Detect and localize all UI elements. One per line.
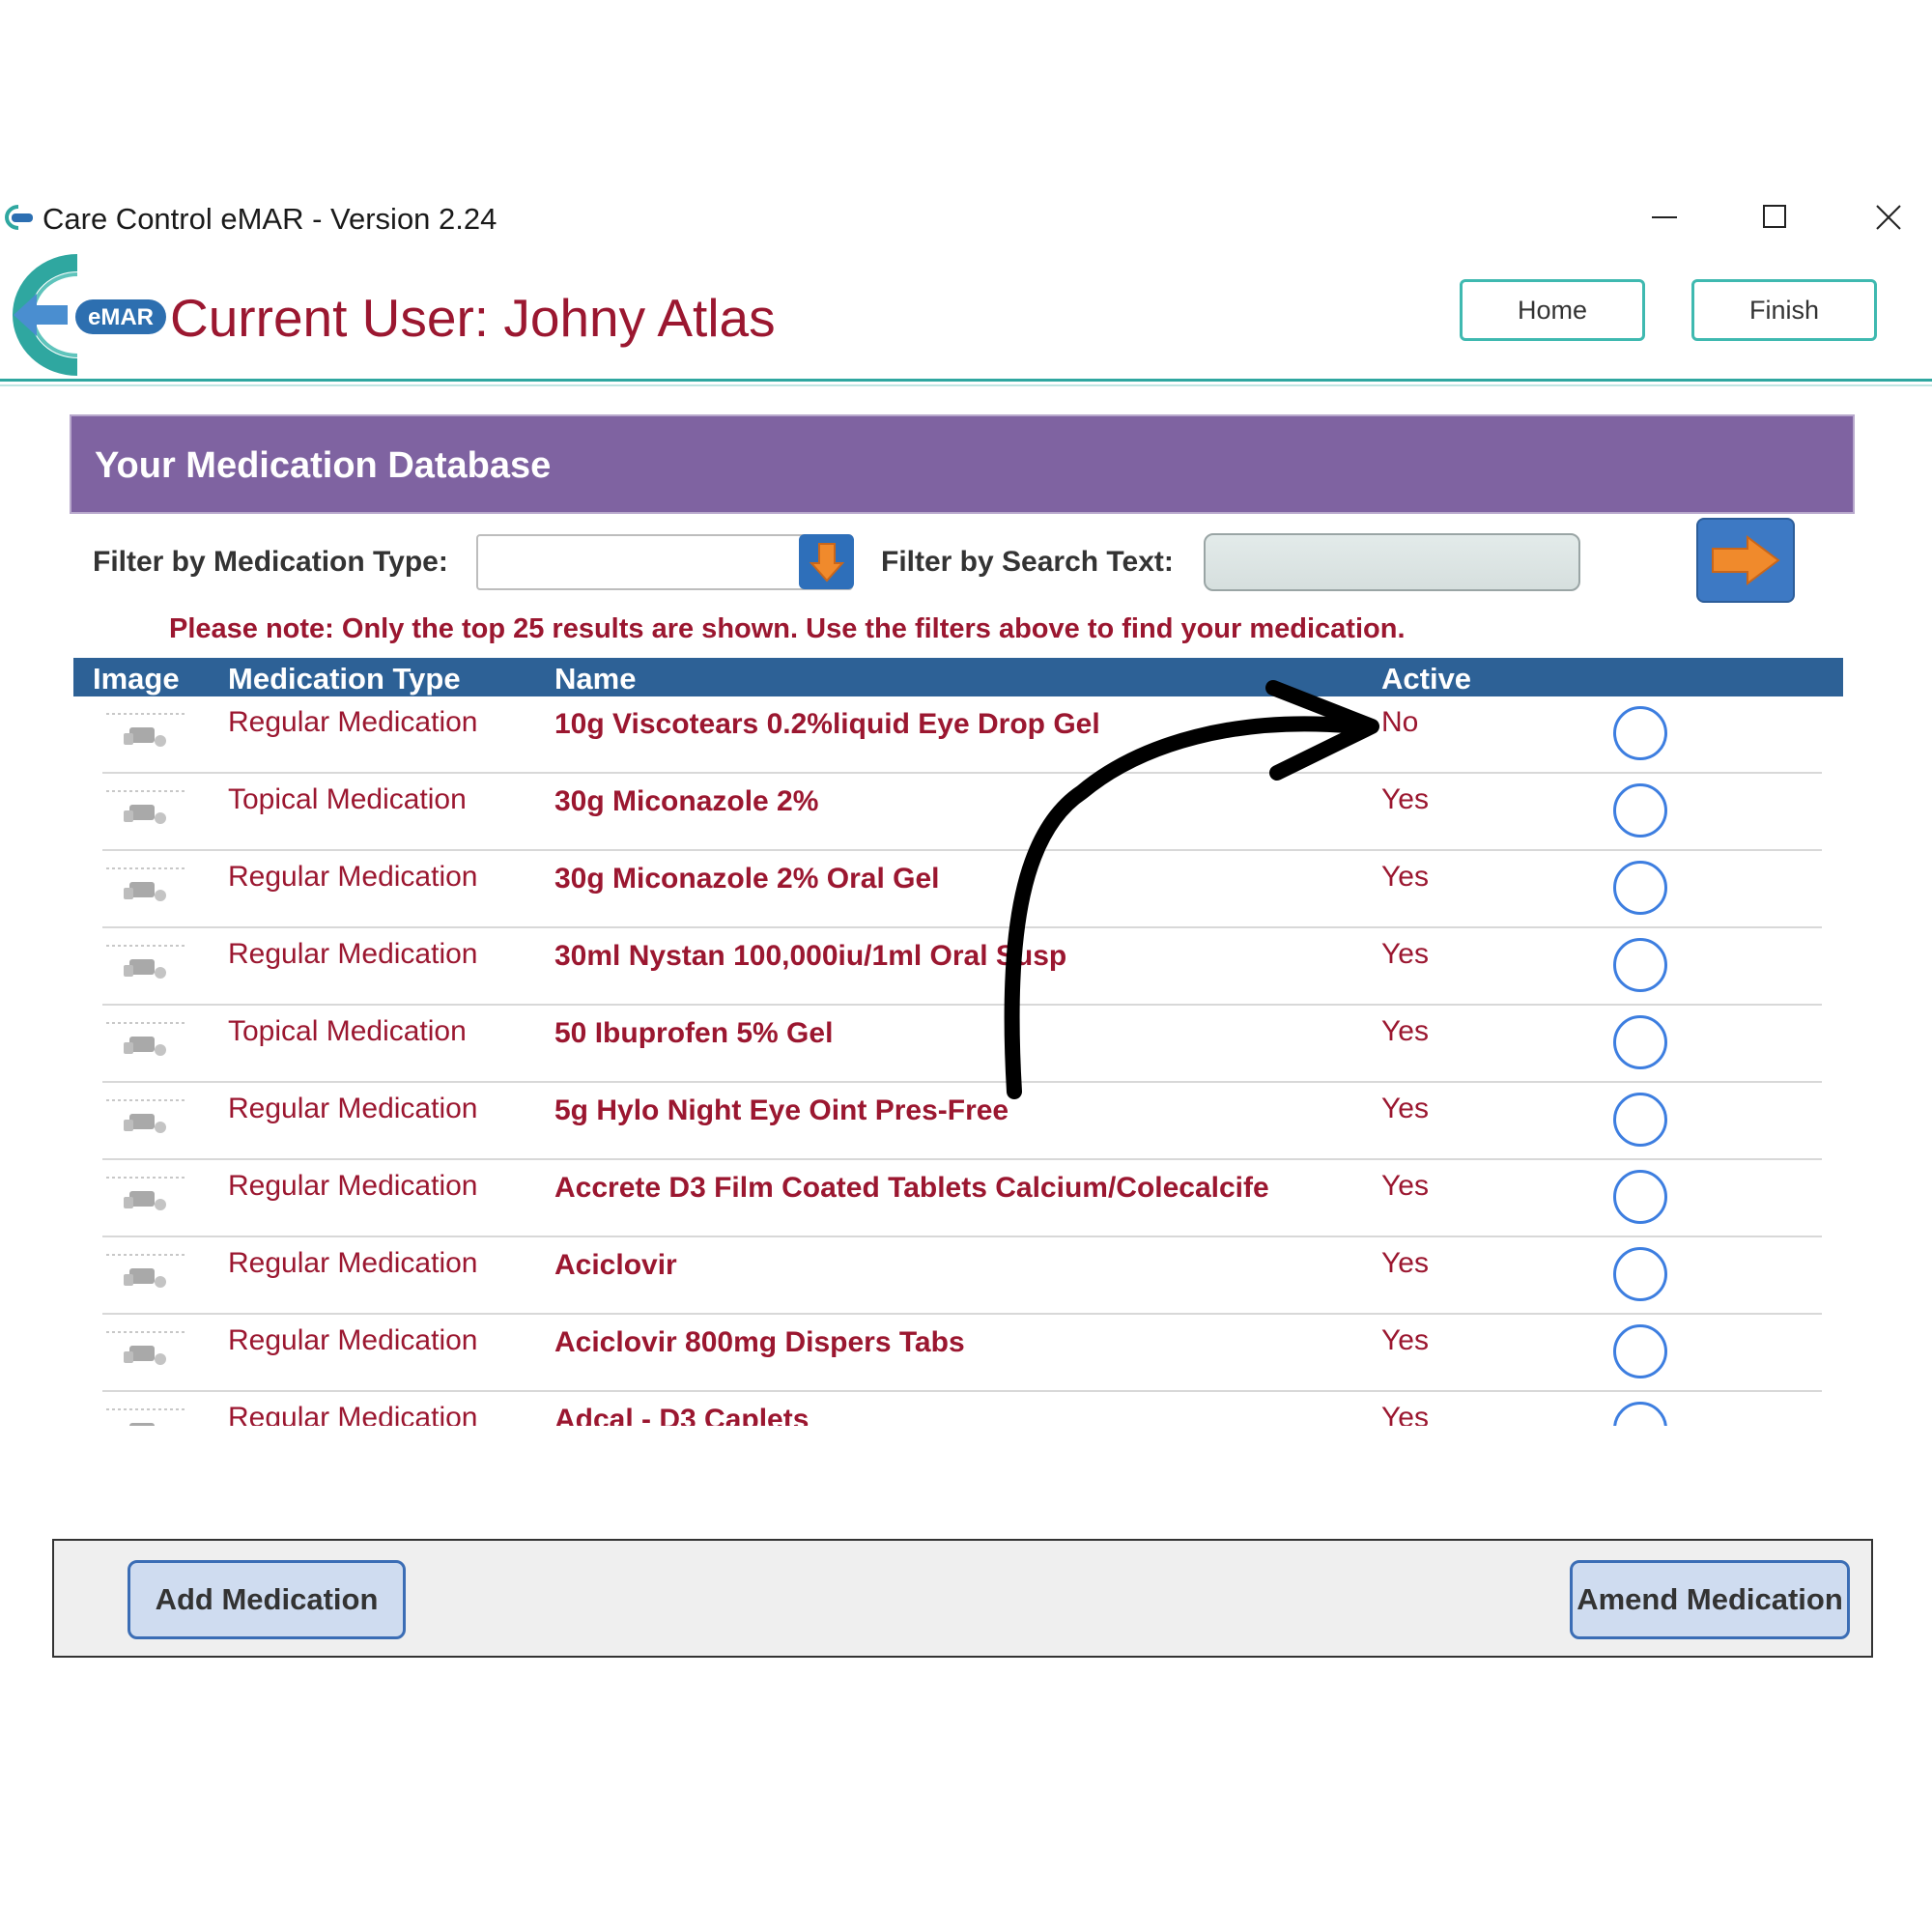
medication-name-cell: Accrete D3 Film Coated Tablets Calcium/C… (554, 1172, 1269, 1204)
add-medication-button[interactable]: Add Medication (128, 1560, 406, 1639)
table-row[interactable]: Regular Medication Accrete D3 Film Coated… (102, 1160, 1822, 1237)
no-image-placeholder-icon (106, 867, 185, 901)
medication-name-cell: 30ml Nystan 100,000iu/1ml Oral Susp (554, 940, 1067, 972)
no-image-placeholder-icon (106, 790, 185, 824)
table-row[interactable]: Regular Medication Aciclovir 800mg Disper… (102, 1315, 1822, 1392)
medication-type-select[interactable] (476, 534, 853, 590)
no-image-placeholder-icon (106, 945, 185, 979)
active-status-cell: Yes (1381, 1015, 1429, 1047)
select-radio-button[interactable] (1613, 1324, 1667, 1378)
medication-name-cell: 50 Ibuprofen 5% Gel (554, 1017, 834, 1049)
arrow-right-icon (1712, 535, 1780, 585)
maximize-button[interactable] (1747, 193, 1804, 242)
footer-bar: Add Medication Amend Medication (52, 1539, 1873, 1658)
close-button[interactable] (1860, 193, 1918, 242)
column-header-name[interactable]: Name (554, 662, 636, 696)
current-user-label: Current User: Johny Atlas (170, 288, 776, 348)
no-image-placeholder-icon (106, 1408, 185, 1426)
no-image-placeholder-icon (106, 1331, 185, 1365)
medication-name-cell: Aciclovir 800mg Dispers Tabs (554, 1326, 965, 1358)
header-divider (0, 379, 1932, 382)
search-input[interactable] (1204, 533, 1580, 591)
search-text-filter-label: Filter by Search Text: (881, 546, 1174, 578)
active-status-cell: Yes (1381, 1402, 1429, 1426)
panel-title: Your Medication Database (95, 445, 552, 486)
medication-type-cell: Regular Medication (228, 938, 478, 970)
medication-type-cell: Regular Medication (228, 1324, 478, 1356)
active-status-cell: Yes (1381, 1093, 1429, 1124)
finish-button[interactable]: Finish (1691, 279, 1877, 341)
table-row[interactable]: Topical Medication 30g Miconazole 2% Yes (102, 774, 1822, 851)
amend-medication-button[interactable]: Amend Medication (1570, 1560, 1850, 1639)
header-divider-light (0, 384, 1932, 386)
select-radio-button[interactable] (1613, 706, 1667, 760)
active-status-cell: Yes (1381, 938, 1429, 970)
select-radio-button[interactable] (1613, 861, 1667, 915)
table-row[interactable]: Regular Medication 10g Viscotears 0.2%liq… (102, 696, 1822, 774)
medication-type-cell: Regular Medication (228, 1247, 478, 1279)
active-status-cell: Yes (1381, 861, 1429, 893)
medication-name-cell: Adcal - D3 Caplets (554, 1404, 810, 1426)
select-radio-button[interactable] (1613, 938, 1667, 992)
table-row[interactable]: Regular Medication 5g Hylo Night Eye Oint… (102, 1083, 1822, 1160)
no-image-placeholder-icon (106, 713, 185, 747)
select-radio-button[interactable] (1613, 1402, 1667, 1426)
active-status-cell: Yes (1381, 783, 1429, 815)
medication-type-cell: Topical Medication (228, 1015, 467, 1047)
select-radio-button[interactable] (1613, 1170, 1667, 1224)
medication-name-cell: 5g Hylo Night Eye Oint Pres-Free (554, 1094, 1009, 1126)
medication-table: Regular Medication 10g Viscotears 0.2%liq… (73, 696, 1843, 1426)
minimize-button[interactable] (1635, 193, 1693, 242)
active-status-cell: Yes (1381, 1170, 1429, 1202)
table-row[interactable]: Topical Medication 50 Ibuprofen 5% Gel Yes (102, 1006, 1822, 1083)
active-status-cell: Yes (1381, 1324, 1429, 1356)
medication-type-cell: Topical Medication (228, 783, 467, 815)
maximize-icon (1763, 205, 1786, 228)
panel-header: Your Medication Database (70, 414, 1855, 514)
close-icon (1876, 205, 1901, 230)
emar-logo: eMAR (13, 254, 166, 376)
window-title: Care Control eMAR - Version 2.24 (43, 202, 497, 236)
table-row[interactable]: Regular Medication 30ml Nystan 100,000iu/… (102, 928, 1822, 1006)
no-image-placeholder-icon (106, 1177, 185, 1210)
select-radio-button[interactable] (1613, 1015, 1667, 1069)
apply-filter-button[interactable] (1696, 518, 1795, 603)
column-header-medication-type[interactable]: Medication Type (228, 662, 461, 696)
no-image-placeholder-icon (106, 1099, 185, 1133)
active-status-cell: Yes (1381, 1247, 1429, 1279)
select-radio-button[interactable] (1613, 1247, 1667, 1301)
medication-type-dropdown-button[interactable] (799, 534, 854, 589)
column-header-image[interactable]: Image (93, 662, 180, 696)
medication-type-cell: Regular Medication (228, 861, 478, 893)
medication-type-cell: Regular Medication (228, 1093, 478, 1124)
medication-name-cell: 30g Miconazole 2% Oral Gel (554, 863, 940, 895)
select-radio-button[interactable] (1613, 1093, 1667, 1147)
chevron-down-icon (809, 542, 844, 582)
table-row[interactable]: Regular Medication 30g Miconazole 2% Oral… (102, 851, 1822, 928)
table-header: Image Medication Type Name Active (73, 658, 1843, 696)
medication-name-cell: 30g Miconazole 2% (554, 785, 819, 817)
active-status-cell: No (1381, 706, 1419, 738)
medication-name-cell: 10g Viscotears 0.2%liquid Eye Drop Gel (554, 708, 1100, 740)
minimize-icon (1652, 216, 1677, 218)
table-row[interactable]: Regular Medication Aciclovir Yes (102, 1237, 1822, 1315)
home-button[interactable]: Home (1460, 279, 1645, 341)
results-limit-note: Please note: Only the top 25 results are… (169, 613, 1406, 644)
care-control-logo-icon (5, 205, 33, 230)
medication-type-cell: Regular Medication (228, 1170, 478, 1202)
no-image-placeholder-icon (106, 1254, 185, 1288)
no-image-placeholder-icon (106, 1022, 185, 1056)
medication-name-cell: Aciclovir (554, 1249, 677, 1281)
medication-type-cell: Regular Medication (228, 1402, 478, 1426)
table-row[interactable]: Regular Medication Adcal - D3 Caplets Yes (102, 1392, 1822, 1426)
select-radio-button[interactable] (1613, 783, 1667, 838)
svg-text:eMAR: eMAR (88, 304, 154, 330)
column-header-active[interactable]: Active (1381, 662, 1471, 696)
medication-type-filter-label: Filter by Medication Type: (93, 546, 448, 578)
medication-type-cell: Regular Medication (228, 706, 478, 738)
